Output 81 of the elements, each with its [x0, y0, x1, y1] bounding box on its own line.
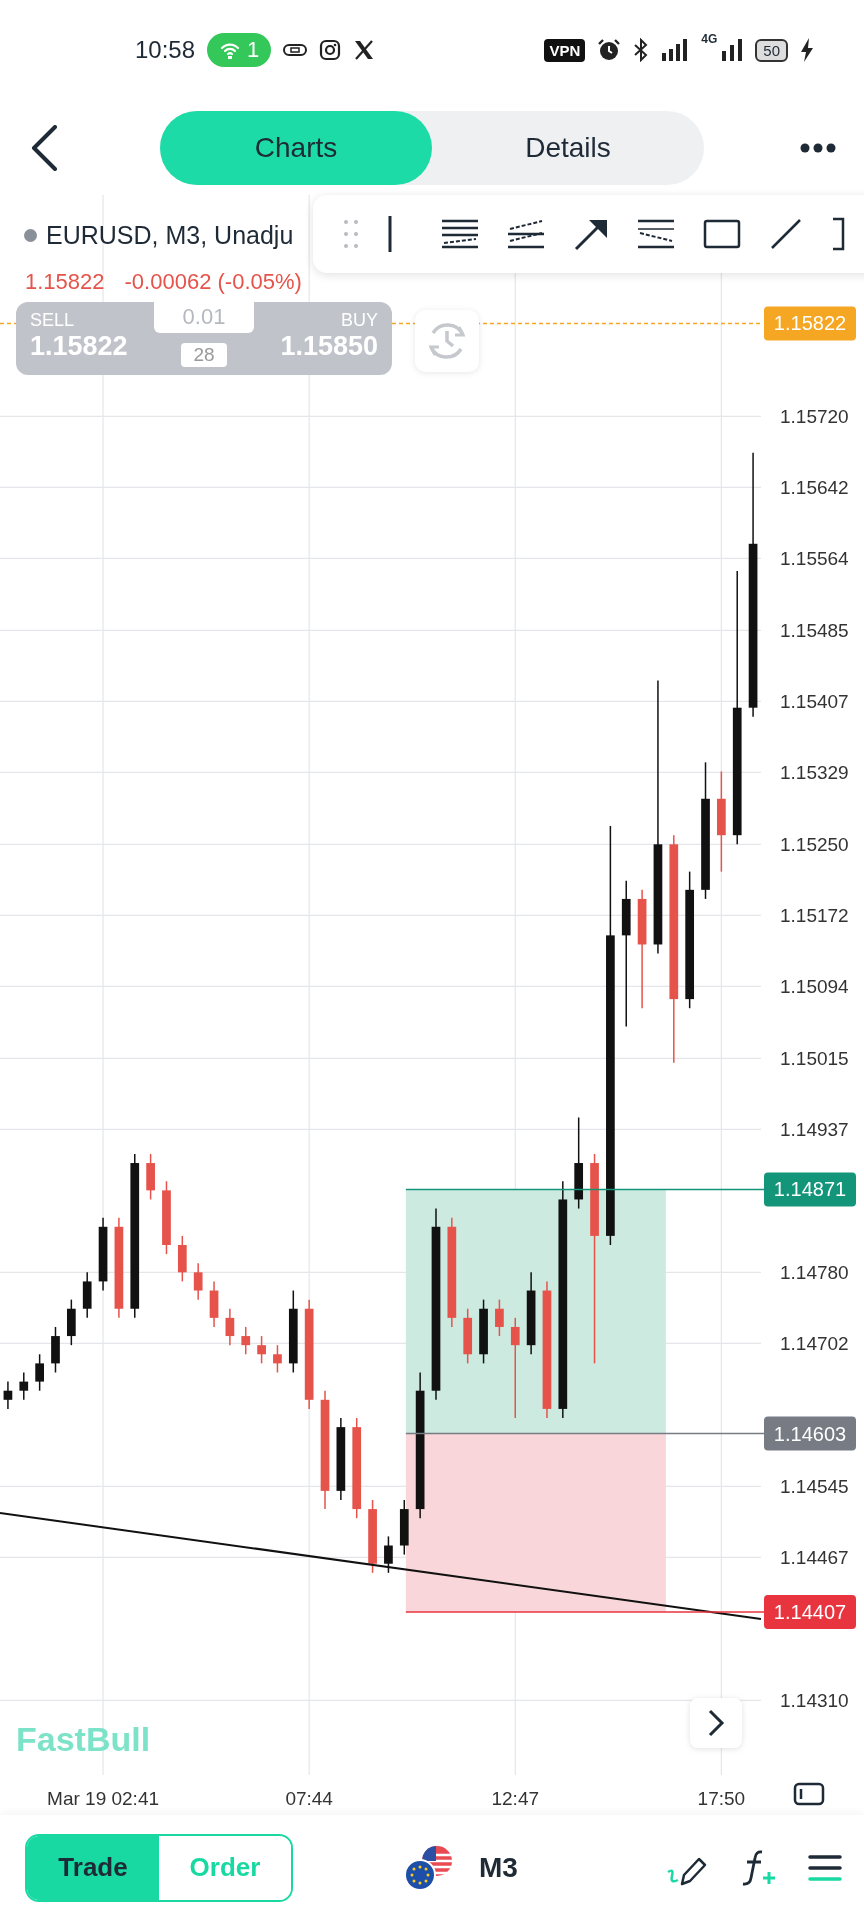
chevron-right-icon — [707, 1709, 725, 1737]
last-price: 1.15822 — [25, 269, 105, 295]
bluetooth-icon — [633, 38, 650, 62]
candlestick — [510, 1317, 520, 1419]
axis-label: 1.15720 — [780, 406, 849, 428]
bolt-icon — [800, 38, 814, 62]
axis-label: 1.14937 — [780, 1119, 849, 1141]
more-icon[interactable] — [800, 142, 836, 153]
horizontal-lines-icon[interactable] — [441, 219, 479, 249]
status-time: 10:58 — [135, 36, 196, 64]
logo: FastBull — [16, 1720, 151, 1759]
axis-label: 1.15485 — [780, 620, 849, 642]
tab[interactable]: Details — [432, 110, 704, 185]
price-change: -0.00062 (-0.05%) — [124, 269, 302, 295]
axis-label: 1.14310 — [780, 1690, 849, 1712]
axis-label: 1.15329 — [780, 762, 849, 784]
price-tag: 1.15822 — [764, 306, 856, 341]
tab[interactable]: Charts — [160, 110, 432, 185]
price-tag: 1.14603 — [764, 1416, 856, 1451]
status-dot — [24, 229, 37, 242]
axis-label: 12:47 — [491, 1788, 540, 1809]
bracket-icon[interactable] — [831, 217, 847, 251]
candlestick — [35, 1353, 44, 1392]
ref-line-label: 1.14603 — [773, 1422, 847, 1445]
axis-label: 1.14545 — [780, 1476, 849, 1498]
axis-label: 1.15250 — [780, 834, 849, 856]
back-icon[interactable] — [30, 124, 58, 171]
timeframe-label[interactable]: M3 — [479, 1851, 518, 1884]
axis-label: Mar 19 02:41 — [47, 1788, 160, 1809]
axis-label: 1.14780 — [780, 1262, 849, 1284]
candlestick — [241, 1326, 251, 1356]
axis-label: 1.14702 — [780, 1333, 849, 1355]
signal-icon — [721, 39, 744, 61]
card-icon — [283, 43, 308, 57]
sell-label: SELL — [30, 310, 76, 331]
signal-icon — [661, 39, 690, 61]
camera-icon — [319, 39, 342, 61]
vertical-line-icon[interactable] — [387, 214, 393, 254]
axis-label: 1.15642 — [780, 477, 849, 499]
hotspot-indicator: 1 — [207, 33, 272, 67]
candlestick — [3, 1380, 13, 1410]
menu-icon[interactable] — [808, 1853, 842, 1882]
channel-icon[interactable] — [507, 219, 545, 249]
axis-label: 07:44 — [285, 1788, 333, 1809]
trend-line[interactable] — [0, 1512, 762, 1620]
vpn-badge: VPN — [544, 38, 586, 62]
mode-tab[interactable]: Trade — [27, 1835, 159, 1900]
candlestick — [384, 1535, 393, 1574]
spread-value: 28 — [181, 343, 227, 367]
candlestick — [19, 1371, 29, 1401]
candlestick — [495, 1298, 504, 1337]
ref-line-label: 1.15822 — [773, 312, 847, 335]
candlestick — [225, 1307, 235, 1346]
price-tag: 1.14871 — [764, 1172, 856, 1207]
axis-label: 1.14467 — [780, 1547, 849, 1569]
drag-handle-icon[interactable] — [343, 219, 359, 249]
axis-label: 1.15094 — [780, 976, 849, 998]
scroll-right-button[interactable] — [690, 1698, 742, 1748]
alarm-icon — [597, 38, 622, 62]
axis-label: 1.15564 — [780, 548, 849, 570]
axis-label: 1.15015 — [780, 1048, 849, 1070]
axis-label: 17:50 — [697, 1788, 746, 1809]
position-zone[interactable] — [405, 1433, 666, 1612]
buy-label: BUY — [341, 310, 378, 331]
network-type: 4G — [701, 32, 718, 46]
lines-icon[interactable] — [637, 219, 675, 249]
panel-icon[interactable] — [793, 1782, 825, 1806]
price-tag: 1.14407 — [764, 1595, 856, 1629]
currency-flags-icon[interactable] — [403, 1843, 455, 1892]
ref-line-label: 1.14871 — [773, 1178, 847, 1201]
candlestick — [193, 1262, 203, 1301]
ref-line-label: 1.14407 — [773, 1600, 847, 1623]
battery-level: 50 — [755, 38, 788, 62]
axis-label: 1.15172 — [780, 905, 849, 927]
axis-label: 1.15407 — [780, 691, 849, 713]
candlestick — [257, 1335, 266, 1365]
candlestick — [273, 1344, 282, 1374]
rectangle-icon[interactable] — [703, 219, 741, 249]
line-icon[interactable] — [769, 217, 803, 251]
cross-icon — [353, 39, 376, 61]
symbol-title: EURUSD, M3, Unadju — [46, 221, 294, 250]
